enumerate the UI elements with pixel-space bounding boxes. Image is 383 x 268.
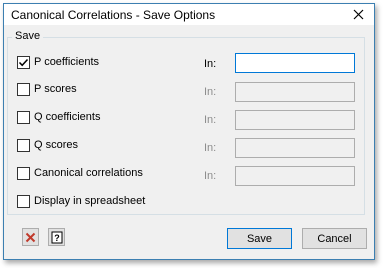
cancel-button[interactable]: Cancel [302, 228, 367, 249]
p-coefficients-checkbox[interactable] [17, 55, 30, 69]
svg-text:?: ? [54, 233, 60, 243]
p-scores-checkbox[interactable] [17, 82, 30, 96]
title-bar: Canonical Correlations - Save Options [4, 4, 374, 25]
canonical-correlations-in-field [235, 166, 355, 186]
q-scores-in-label: In: [204, 142, 217, 154]
q-scores-checkbox[interactable] [17, 138, 30, 152]
p-coefficients-label: P coefficients [34, 56, 100, 68]
canonical-correlations-in-label: In: [204, 170, 217, 182]
p-coefficients-in-label: In: [204, 58, 217, 70]
q-coefficients-in-label: In: [204, 114, 217, 126]
checkmark-icon [18, 58, 29, 66]
window-title: Canonical Correlations - Save Options [11, 8, 216, 22]
help-icon: ? [51, 231, 62, 243]
help-button[interactable]: ? [48, 228, 65, 246]
p-coefficients-in-field[interactable] [235, 53, 355, 73]
save-group-label: Save [12, 30, 44, 42]
canonical-correlations-label: Canonical correlations [34, 167, 143, 179]
q-coefficients-in-field [235, 110, 355, 130]
close-icon [353, 9, 363, 20]
q-scores-in-field [235, 138, 355, 158]
close-button[interactable] [347, 6, 369, 23]
option-p-scores[interactable]: P scores [17, 81, 77, 97]
option-display-in-spreadsheet[interactable]: Display in spreadsheet [17, 193, 145, 209]
q-scores-label: Q scores [34, 139, 79, 151]
q-coefficients-checkbox[interactable] [17, 110, 30, 124]
display-in-spreadsheet-checkbox[interactable] [17, 194, 30, 208]
clear-x-icon [25, 232, 36, 242]
save-button[interactable]: Save [227, 228, 292, 249]
option-q-coefficients[interactable]: Q coefficients [17, 109, 100, 125]
p-scores-in-label: In: [204, 86, 217, 98]
clear-button[interactable] [22, 228, 39, 246]
p-scores-label: P scores [34, 83, 77, 95]
canonical-correlations-checkbox[interactable] [17, 166, 30, 180]
option-p-coefficients[interactable]: P coefficients [17, 54, 99, 70]
option-canonical-correlations[interactable]: Canonical correlations [17, 165, 143, 181]
q-coefficients-label: Q coefficients [34, 111, 101, 123]
display-in-spreadsheet-label: Display in spreadsheet [34, 195, 146, 207]
option-q-scores[interactable]: Q scores [17, 137, 78, 153]
p-scores-in-field [235, 82, 355, 102]
